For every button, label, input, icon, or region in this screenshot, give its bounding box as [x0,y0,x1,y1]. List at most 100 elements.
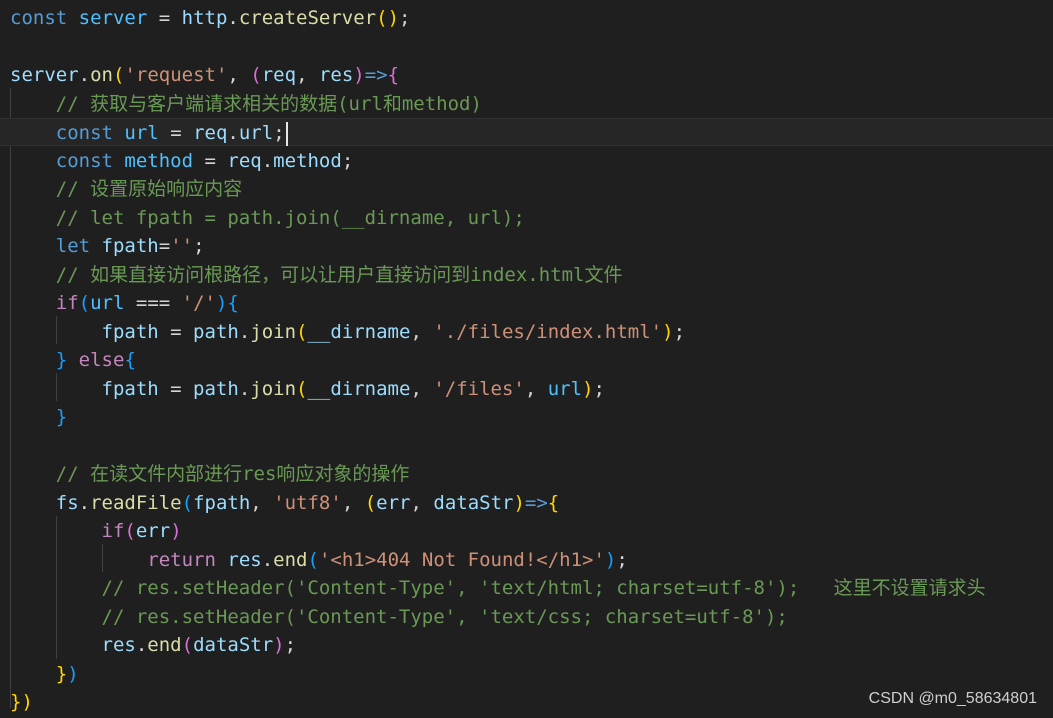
code-token: ) [273,634,285,656]
code-token: join [250,320,297,343]
code-line[interactable]: res.end(dataStr); [10,631,297,659]
code-line[interactable]: const method = req.method; [10,147,354,175]
code-token: ; [273,122,285,144]
code-token: // 如果直接访问根路径，可以让用户直接访问到index.html文件 [55,263,623,286]
code-token: ; [341,149,354,172]
code-line[interactable]: const url = req.url; [0,118,1053,146]
code-token: ) [582,377,594,400]
code-token: } [55,662,68,685]
code-line[interactable]: // res.setHeader('Content-Type', 'text/h… [10,574,986,602]
code-line[interactable]: }) [10,660,79,688]
code-token: ) [21,691,33,713]
code-token: createServer [238,7,377,29]
code-token: , [524,377,548,400]
code-token: => [364,64,388,86]
code-token: ( [124,520,136,542]
code-token: __dirname [307,320,411,343]
code-token: err [135,520,171,542]
code-token: . [78,491,91,514]
code-token: { [547,491,560,514]
code-line[interactable]: fs.readFile(fpath, 'utf8', (err, dataStr… [10,489,559,517]
code-token: url [90,292,125,314]
code-token: fpath [193,491,251,514]
code-token: fs [55,491,79,514]
code-line[interactable]: // res.setHeader('Content-Type', 'text/c… [10,603,788,631]
code-token: if [55,292,79,314]
code-line[interactable]: } else{ [10,346,136,374]
code-line[interactable]: }) [10,688,33,716]
code-line[interactable]: // 获取与客户端请求相关的数据(url和method) [10,90,482,118]
code-line[interactable]: // let fpath = path.join(__dirname, url)… [10,204,525,232]
code-line[interactable]: fpath = path.join(__dirname, './files/in… [10,318,686,346]
code-token: else [78,349,125,371]
code-token: fpath [101,235,159,257]
code-line[interactable]: // 设置原始响应内容 [10,175,242,203]
code-token: '<h1>404 Not Found!</h1>' [318,548,605,571]
code-token: ; [193,235,205,257]
code-line[interactable]: let fpath=''; [10,232,205,260]
code-line[interactable]: } [10,403,67,431]
code-token: ( [296,320,308,343]
code-line[interactable]: if(err) [10,517,182,545]
code-token: ) [604,548,617,571]
code-line[interactable]: if(url === '/'){ [10,289,239,317]
code-token: path [193,377,239,400]
code-token: = [158,377,194,400]
code-line[interactable]: // 如果直接访问根路径，可以让用户直接访问到index.html文件 [10,261,623,289]
code-token: req [227,149,262,172]
code-token: } [55,349,68,371]
code-token: const [55,122,113,144]
code-token: . [261,548,274,571]
code-token: '/files' [433,377,525,400]
code-token: on [90,64,113,86]
code-token: { [227,292,239,314]
code-token: = [158,235,171,257]
code-editor[interactable]: const server = http.createServer(); serve… [0,0,1053,718]
code-token: fpath [101,320,159,343]
code-token: url [547,377,583,400]
code-line[interactable]: const server = http.createServer(); [10,4,410,32]
code-token: req [193,122,228,144]
code-token: () [376,7,400,29]
code-line[interactable]: // 在读文件内部进行res响应对象的操作 [10,460,410,488]
code-token: ( [78,292,91,314]
code-token: __dirname [307,377,411,400]
code-token: , [250,491,274,514]
code-token: res [318,64,354,86]
code-token: ) [170,520,182,542]
code-token: { [387,64,400,86]
code-token: . [261,149,274,172]
code-token: // res.setHeader('Content-Type', 'text/h… [101,577,986,599]
code-token: url [124,122,159,144]
code-token: err [376,491,411,514]
code-token: method [124,149,194,172]
code-token: // 在读文件内部进行res响应对象的操作 [55,463,410,485]
code-token: // let fpath = path.join(__dirname, url)… [55,206,525,229]
code-token: , [296,64,319,86]
code-token: = [158,320,194,343]
code-token: { [124,349,136,371]
code-token: path [193,320,239,343]
code-line[interactable]: return res.end('<h1>404 Not Found!</h1>'… [10,546,628,574]
code-token: ( [250,64,262,86]
code-token: ( [364,491,377,514]
code-token: . [227,7,239,29]
code-line[interactable]: fpath = path.join(__dirname, '/files', u… [10,375,605,403]
code-token: ( [307,548,319,571]
code-line[interactable]: server.on('request', (req, res)=>{ [10,61,399,89]
code-token: . [78,64,91,86]
code-token: . [238,377,251,400]
code-token: ( [181,634,194,656]
